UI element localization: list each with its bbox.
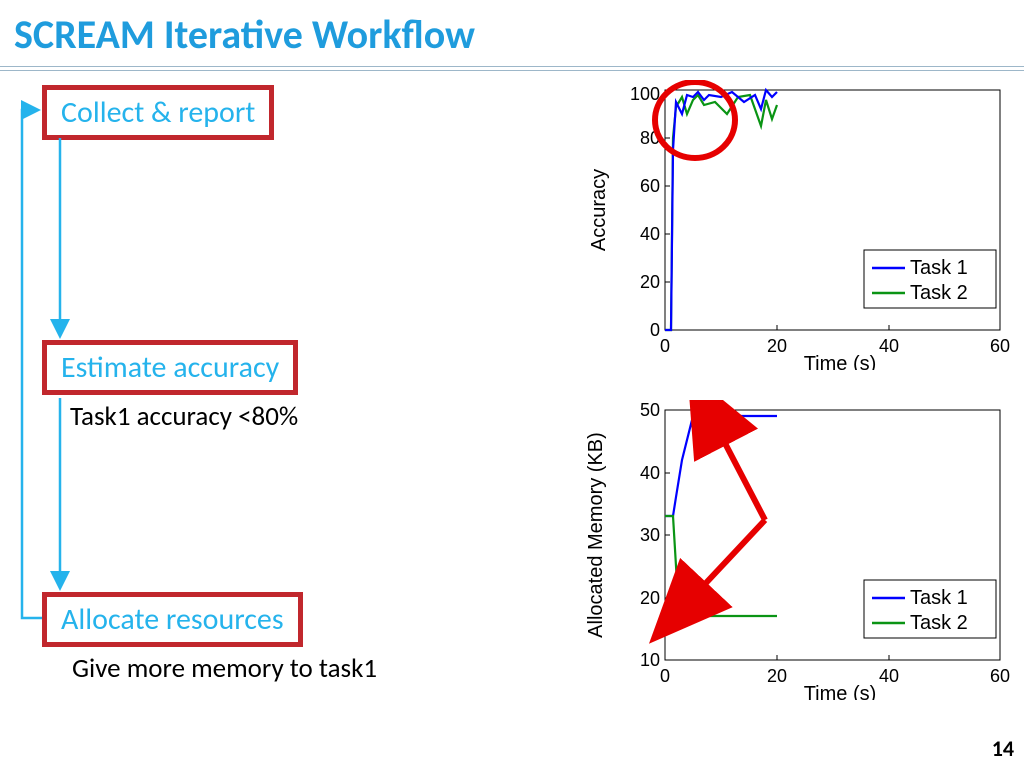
svg-text:20: 20 — [767, 336, 787, 356]
chart-memory: 10 20 30 40 50 0 20 40 60 Time (s) Alloc… — [580, 400, 1010, 700]
svg-text:20: 20 — [640, 272, 660, 292]
svg-text:Time (s): Time (s) — [804, 683, 877, 700]
svg-text:40: 40 — [879, 666, 899, 686]
svg-text:Task 2: Task 2 — [910, 282, 968, 304]
svg-text:Task 2: Task 2 — [910, 612, 968, 634]
svg-text:60: 60 — [640, 176, 660, 196]
svg-text:30: 30 — [640, 525, 660, 545]
page-number: 14 — [992, 735, 1014, 762]
svg-text:40: 40 — [879, 336, 899, 356]
svg-text:60: 60 — [990, 666, 1010, 686]
svg-text:Task 1: Task 1 — [910, 587, 968, 609]
svg-text:40: 40 — [640, 224, 660, 244]
svg-text:60: 60 — [990, 336, 1010, 356]
svg-text:0: 0 — [660, 336, 670, 356]
workflow-step-allocate: Allocate resources — [42, 592, 303, 647]
workflow-step-collect: Collect & report — [42, 85, 274, 140]
svg-text:100: 100 — [630, 84, 660, 104]
svg-text:Time (s): Time (s) — [804, 353, 877, 370]
title-rule — [0, 66, 1024, 67]
svg-text:Task 1: Task 1 — [910, 257, 968, 279]
slide-title: SCREAM Iterative Workflow — [14, 10, 475, 59]
svg-text:0: 0 — [660, 666, 670, 686]
workflow-step-estimate: Estimate accuracy — [42, 340, 298, 395]
workflow-step3-note: Give more memory to task1 — [72, 652, 377, 685]
svg-text:Allocated Memory (KB): Allocated Memory (KB) — [585, 432, 607, 638]
svg-text:20: 20 — [767, 666, 787, 686]
svg-text:40: 40 — [640, 463, 660, 483]
svg-text:Accuracy: Accuracy — [588, 169, 610, 251]
svg-text:20: 20 — [640, 588, 660, 608]
svg-text:50: 50 — [640, 400, 660, 420]
svg-text:0: 0 — [650, 320, 660, 340]
chart-accuracy: 0 20 40 60 80 100 0 20 40 60 Time (s) Ac… — [580, 80, 1010, 370]
svg-text:10: 10 — [640, 650, 660, 670]
workflow-step2-note: Task1 accuracy <80% — [70, 400, 298, 433]
title-rule-2 — [0, 70, 1024, 71]
